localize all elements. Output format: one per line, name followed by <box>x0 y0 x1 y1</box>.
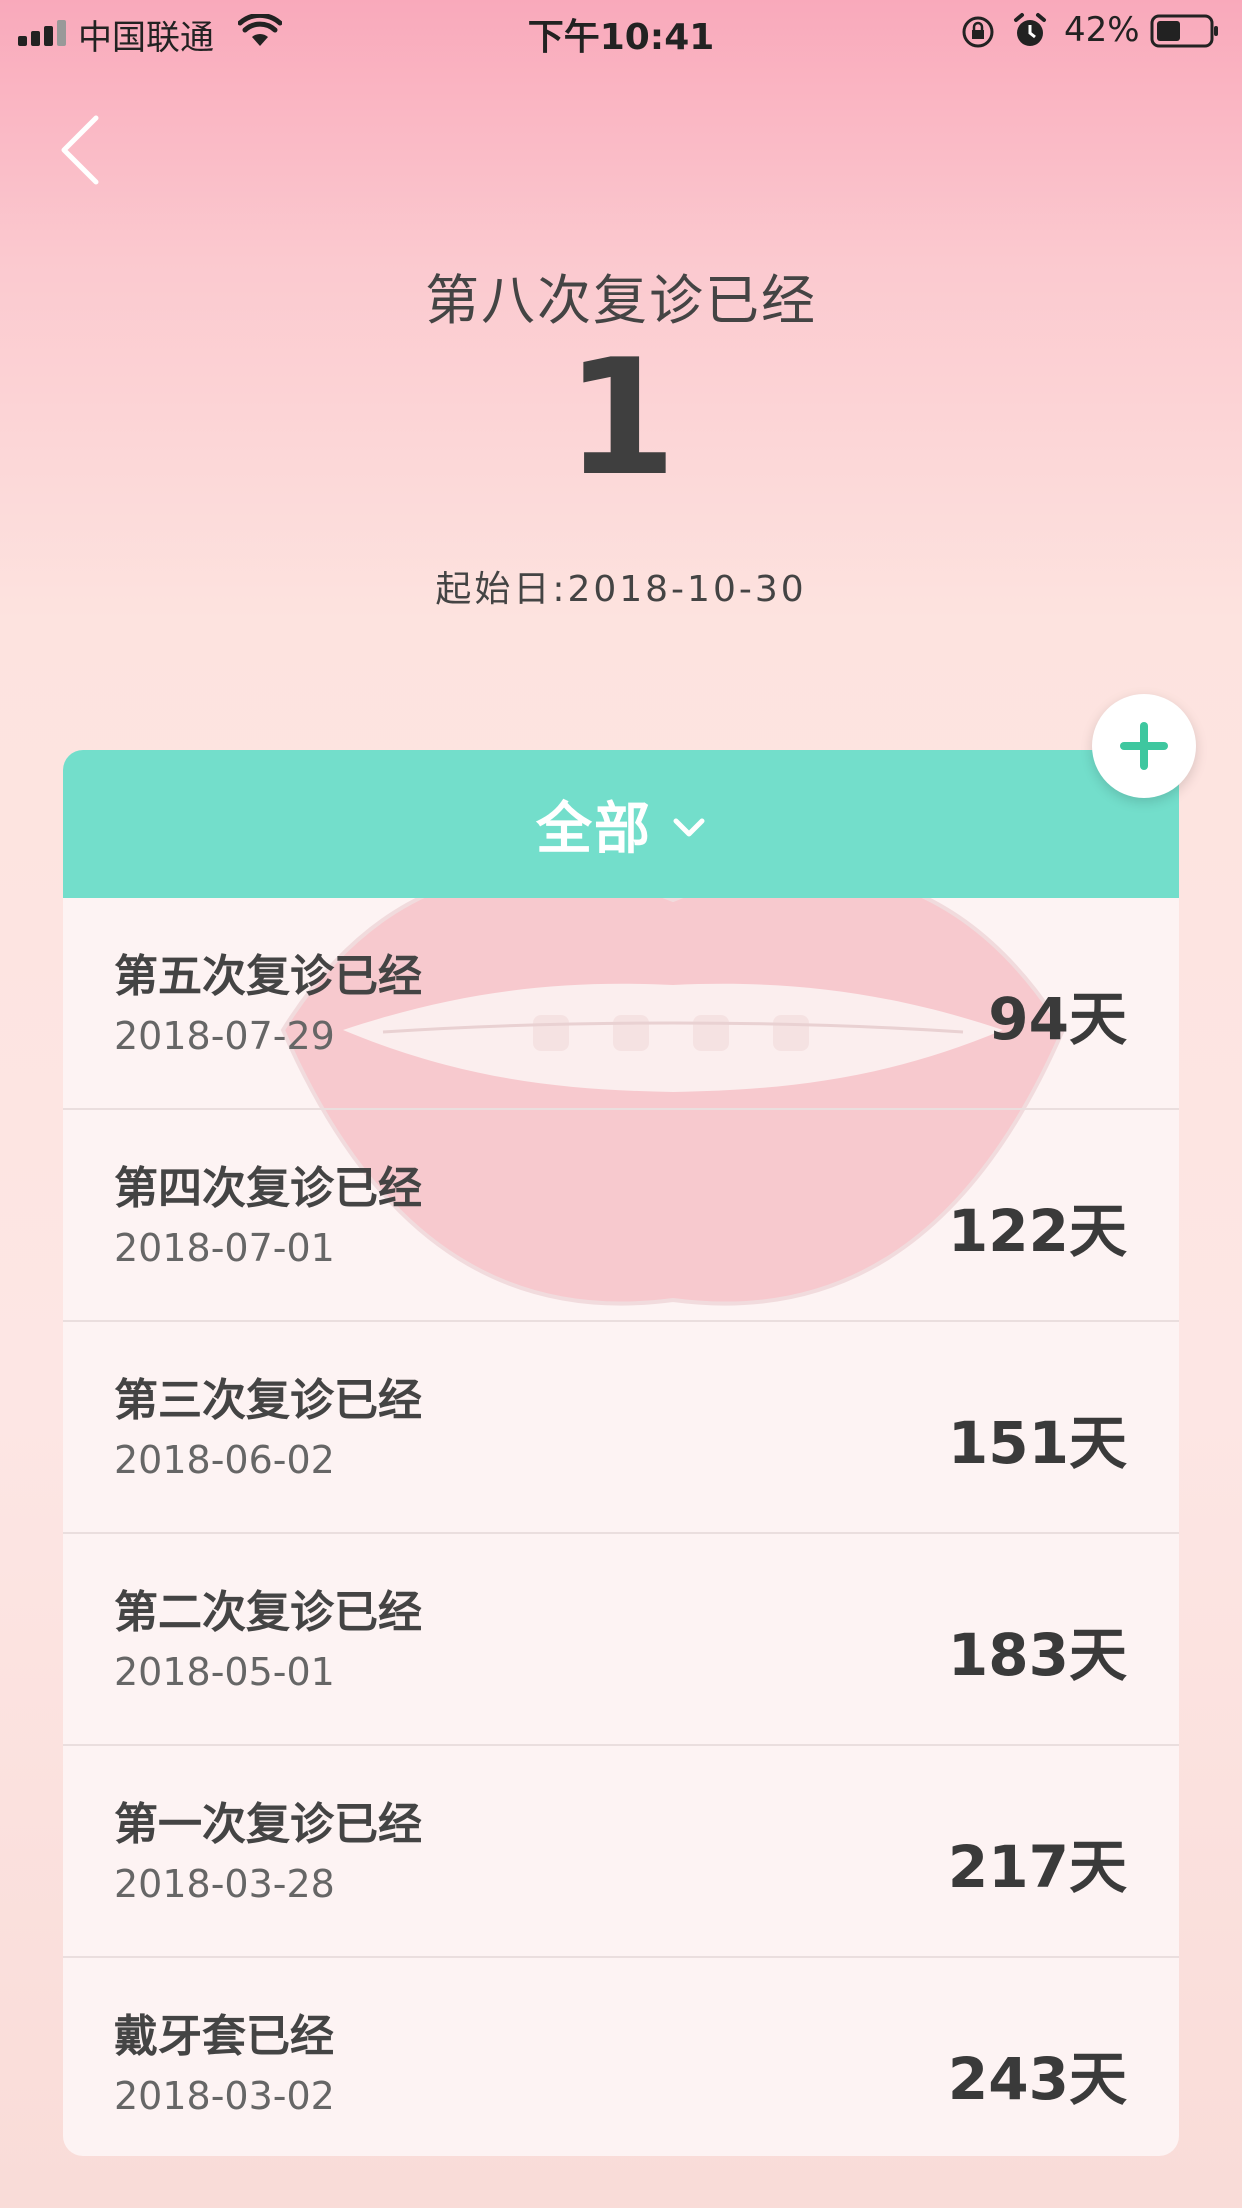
battery-icon <box>1150 14 1218 48</box>
filter-label: 全部 <box>536 796 652 862</box>
record-days: 122天 <box>947 1197 1127 1265</box>
rotation-lock-icon <box>962 16 994 48</box>
record-days: 151天 <box>947 1409 1127 1477</box>
record-row[interactable]: 第五次复诊已经 2018-07-29 94天 <box>63 898 1179 1110</box>
records-card: 全部 第五次复诊已经 2018-07-29 94天 第四次复诊已经 2018-0… <box>63 750 1179 2156</box>
add-record-button[interactable] <box>1092 694 1196 798</box>
chevron-down-icon <box>673 818 705 837</box>
record-date: 2018-07-29 <box>114 1014 335 1058</box>
records-list: 第五次复诊已经 2018-07-29 94天 第四次复诊已经 2018-07-0… <box>63 898 1179 2156</box>
status-bar: 中国联通 下午10:41 42% <box>0 0 1242 64</box>
record-row[interactable]: 第三次复诊已经 2018-06-02 151天 <box>63 1322 1179 1534</box>
record-title: 第四次复诊已经 <box>114 1163 422 1214</box>
record-days: 217天 <box>947 1833 1127 1901</box>
record-days: 94天 <box>988 985 1127 1053</box>
record-title: 第一次复诊已经 <box>114 1799 422 1850</box>
record-row[interactable]: 第四次复诊已经 2018-07-01 122天 <box>63 1110 1179 1322</box>
record-date: 2018-05-01 <box>114 1650 335 1694</box>
clock: 下午10:41 <box>527 17 715 58</box>
record-date: 2018-03-02 <box>114 2074 335 2118</box>
record-row[interactable]: 第二次复诊已经 2018-05-01 183天 <box>63 1534 1179 1746</box>
alarm-icon <box>1014 13 1046 46</box>
back-button[interactable] <box>52 112 112 188</box>
record-row[interactable]: 戴牙套已经 2018-03-02 243天 <box>63 1958 1179 2156</box>
record-row[interactable]: 第一次复诊已经 2018-03-28 217天 <box>63 1746 1179 1958</box>
record-date: 2018-06-02 <box>114 1438 335 1482</box>
record-title: 第三次复诊已经 <box>114 1375 422 1426</box>
record-title: 戴牙套已经 <box>114 2011 334 2062</box>
battery-percent: 42% <box>1064 10 1140 50</box>
filter-dropdown[interactable]: 全部 <box>63 750 1179 898</box>
record-date: 2018-07-01 <box>114 1226 335 1270</box>
record-title: 第二次复诊已经 <box>114 1587 422 1638</box>
chevron-left-icon <box>61 115 99 185</box>
record-date: 2018-03-28 <box>114 1862 335 1906</box>
elapsed-days-count: 1 <box>565 324 677 511</box>
record-days: 243天 <box>947 2045 1127 2113</box>
start-date: 起始日:2018-10-30 <box>435 569 807 610</box>
record-days: 183天 <box>947 1621 1127 1689</box>
record-title: 第五次复诊已经 <box>114 951 422 1002</box>
